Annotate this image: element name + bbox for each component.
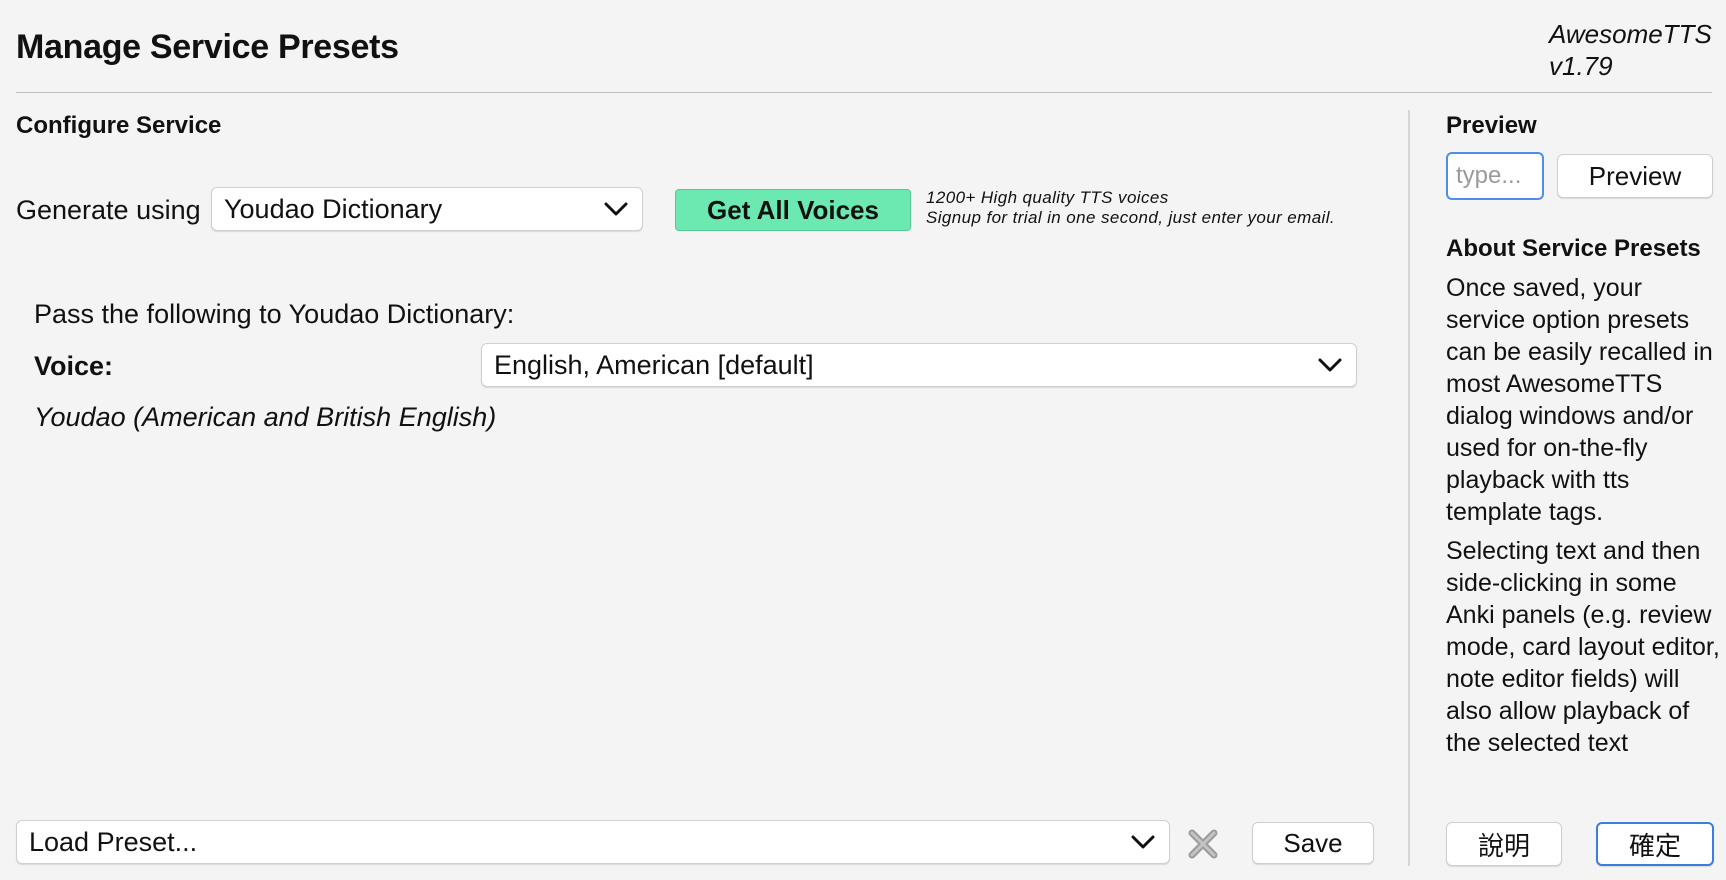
service-select-value: Youdao Dictionary <box>224 193 443 224</box>
preview-button[interactable]: Preview <box>1557 154 1713 198</box>
promo-text: 1200+ High quality TTS voices Signup for… <box>926 188 1335 228</box>
service-select[interactable]: Youdao Dictionary <box>211 187 643 231</box>
voice-label: Voice: <box>34 351 114 381</box>
load-preset-value: Load Preset... <box>29 826 198 857</box>
generate-using-label: Generate using <box>16 195 201 225</box>
about-paragraph-1: Once saved, your service option presets … <box>1446 274 1713 526</box>
load-preset-select[interactable]: Load Preset... <box>16 820 1170 864</box>
chevron-down-icon <box>1131 835 1155 849</box>
configure-section-title: Configure Service <box>16 112 222 139</box>
version-number: v1.79 <box>1549 51 1613 81</box>
about-paragraph-2: Selecting text and then side-clicking in… <box>1446 537 1720 757</box>
clear-x-icon[interactable] <box>1186 827 1220 861</box>
promo-line-1: 1200+ High quality TTS voices <box>926 188 1169 207</box>
header-divider <box>16 92 1712 93</box>
ok-button[interactable]: 確定 <box>1596 822 1714 866</box>
help-button[interactable]: 說明 <box>1446 822 1562 866</box>
promo-line-2: Signup for trial in one second, just ent… <box>926 208 1336 227</box>
manage-presets-dialog: Manage Service Presets AwesomeTTS v1.79 … <box>0 0 1726 880</box>
preview-text-input[interactable]: type... <box>1446 152 1544 200</box>
chevron-down-icon <box>604 202 628 216</box>
version-label: AwesomeTTS v1.79 <box>1549 18 1714 82</box>
about-section-title: About Service Presets <box>1446 235 1701 262</box>
page-title: Manage Service Presets <box>16 28 399 66</box>
version-app-name: AwesomeTTS <box>1549 19 1712 49</box>
get-all-voices-button[interactable]: Get All Voices <box>675 189 911 231</box>
voice-select-value: English, American [default] <box>494 349 814 380</box>
service-note: Youdao (American and British English) <box>34 402 497 432</box>
chevron-down-icon <box>1318 358 1342 372</box>
panel-divider <box>1408 110 1410 866</box>
pass-following-text: Pass the following to Youdao Dictionary: <box>34 299 515 329</box>
preview-section-title: Preview <box>1446 112 1537 139</box>
save-preset-button[interactable]: Save <box>1252 822 1374 864</box>
voice-select[interactable]: English, American [default] <box>481 343 1357 387</box>
